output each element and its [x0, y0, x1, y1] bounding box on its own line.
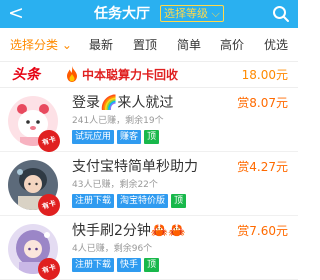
- back-icon[interactable]: <: [8, 3, 24, 23]
- filter-pinned[interactable]: 置顶: [133, 38, 157, 52]
- headline-text: 中本聪算力卡回收: [82, 68, 179, 82]
- task-tag: 试玩应用: [72, 130, 115, 144]
- level-select-button[interactable]: 选择等级 ⌵: [160, 5, 224, 22]
- task-tags: 注册下载 淘宝特价版顶: [72, 194, 189, 208]
- task-title: 快手刷2分钟🦀🦀: [72, 223, 186, 239]
- top-bar: < 任务大厅 选择等级 ⌵: [0, 0, 298, 28]
- task-tag: 注册下载: [72, 258, 115, 272]
- task-tag: 注册下载: [72, 194, 115, 208]
- task-meta: 43人已赚，剩余22个: [72, 180, 158, 190]
- task-reward: 赏8.07元: [237, 96, 288, 110]
- filter-preferred[interactable]: 优选: [264, 38, 288, 52]
- task-tag: 赚客: [117, 130, 142, 144]
- page-title: 任务大厅: [94, 6, 150, 22]
- fire-icon: [67, 66, 77, 82]
- task-title: 支付宝特简单秒助力: [72, 159, 198, 175]
- filter-simple[interactable]: 简单: [177, 38, 201, 52]
- chevron-down-icon: ⌵: [211, 7, 220, 20]
- headline-price: 18.00元: [241, 68, 288, 82]
- task-item[interactable]: 有卡 快手刷2分钟🦀🦀 4人已赚，剩余96个 注册下载 快手顶 赏7.60元: [0, 216, 298, 280]
- task-item[interactable]: 有卡 支付宝特简单秒助力 43人已赚，剩余22个 注册下载 淘宝特价版顶 赏4.2…: [0, 152, 298, 219]
- task-item[interactable]: 有卡 登录🌈来人就过 241人已赚，剩余19个 试玩应用 赚客顶 赏8.07元: [0, 88, 298, 155]
- task-tags: 试玩应用 赚客顶: [72, 130, 162, 144]
- pin-tag: 顶: [171, 194, 187, 208]
- filter-category[interactable]: 选择分类 ⌄: [10, 38, 72, 52]
- task-tags: 注册下载 快手顶: [72, 258, 162, 272]
- filter-latest[interactable]: 最新: [89, 38, 113, 52]
- headline-badge: 头条: [12, 67, 40, 83]
- task-meta: 4人已赚，剩余96个: [72, 244, 153, 254]
- task-meta: 241人已赚，剩余19个: [72, 116, 164, 126]
- filter-category-label: 选择分类: [10, 38, 59, 52]
- chevron-down-icon: ⌄: [61, 38, 72, 52]
- headline-banner[interactable]: 头条 中本聪算力卡回收 18.00元: [0, 61, 298, 88]
- pin-tag: 顶: [144, 258, 160, 272]
- search-icon[interactable]: [272, 5, 290, 23]
- filter-high-price[interactable]: 高价: [220, 38, 244, 52]
- pin-tag: 顶: [144, 130, 160, 144]
- task-title: 登录🌈来人就过: [72, 95, 174, 111]
- task-tag: 快手: [117, 258, 142, 272]
- level-select-label: 选择等级: [164, 7, 208, 20]
- filter-bar: 选择分类 ⌄ 最新 置顶 简单 高价 优选: [0, 28, 298, 61]
- task-reward: 赏4.27元: [237, 160, 288, 174]
- task-reward: 赏7.60元: [237, 224, 288, 238]
- task-tag: 淘宝特价版: [117, 194, 169, 208]
